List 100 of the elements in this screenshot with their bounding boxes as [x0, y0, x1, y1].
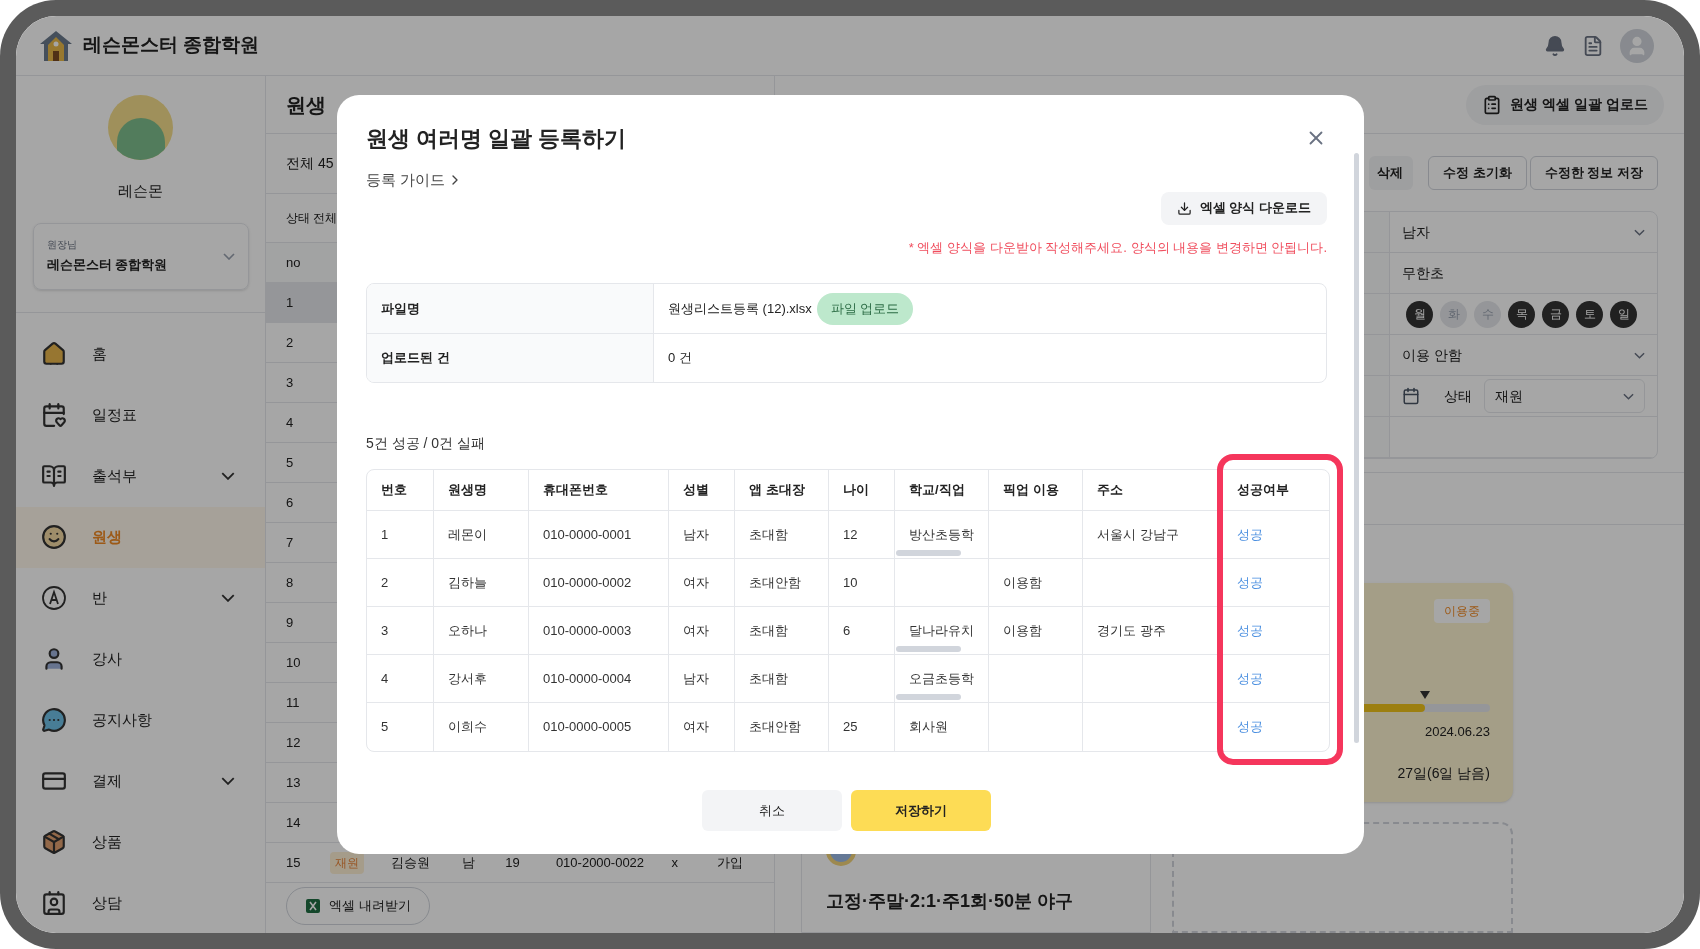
table-cell-text: 김하늘 [448, 573, 487, 592]
nav-item[interactable]: 상품 [16, 811, 265, 873]
table-cell-text: 010-0000-0003 [543, 621, 632, 640]
nav-item[interactable]: 상담 [16, 872, 265, 933]
table-cell-text: 이용함 [1003, 573, 1042, 592]
house-icon [41, 341, 67, 367]
table-cell-text: 1 [285, 293, 295, 312]
table-cell-text: 방산초등학 [909, 525, 974, 544]
calendar-icon[interactable] [1402, 387, 1420, 405]
table-cell-text: 25 [843, 718, 858, 737]
academy-selector[interactable]: 원장님 레슨몬스터 종합학원 [32, 222, 249, 290]
table-cell-text: 9 [285, 613, 295, 632]
status-filter[interactable]: 상태 전체 [286, 209, 338, 227]
end-date: 2024.06.23 [1424, 722, 1490, 741]
weekday-toggle[interactable]: 일 [1610, 300, 1637, 328]
text-field[interactable]: 무한초 [1402, 262, 1444, 284]
table-cell-text: 10 [843, 573, 858, 592]
table-cell-text: 8 [285, 573, 295, 592]
table-cell-text: 010-0000-0001 [543, 525, 632, 544]
column-header: 휴대폰번호 [543, 481, 608, 500]
chevron-down-icon [1634, 228, 1645, 236]
table-cell-text: 초대함 [749, 669, 788, 688]
field-value: 0 건 [668, 349, 692, 368]
column-header: 학교/직업 [909, 481, 965, 500]
table-cell-text: 회사원 [909, 718, 948, 737]
table-cell-text: 1 [381, 525, 389, 544]
select-field[interactable]: 이용 안함 [1402, 344, 1645, 366]
select-field[interactable]: 재원 [1484, 379, 1645, 413]
nav-item[interactable]: 결제 [16, 750, 265, 812]
result-summary: 5건 성공 / 0건 실패 [366, 434, 487, 453]
field-label: 상태 [1444, 386, 1472, 406]
table-cell-text: 010-0000-0004 [543, 669, 632, 688]
nav-item[interactable]: 공지사항 [16, 689, 265, 751]
column-header: 주소 [1097, 481, 1123, 500]
table-cell-text: 이용함 [1003, 621, 1042, 640]
table-cell-text: 초대함 [749, 621, 788, 640]
table-cell-text: 여자 [683, 573, 709, 592]
table-cell-text: 14 [285, 813, 302, 832]
table-cell-text: 3 [381, 621, 389, 640]
academy-name: 레슨몬스터 종합학원 [46, 256, 168, 275]
column-header: 성별 [683, 481, 709, 500]
weekday-toggle[interactable]: 월 [1406, 300, 1433, 328]
table-cell-text: 10 [285, 653, 302, 672]
excel-download-button[interactable]: 엑셀 내려받기 [286, 887, 430, 925]
table-cell-text: 강서후 [448, 669, 487, 688]
spreadsheet-icon [305, 898, 321, 914]
download-icon [1176, 200, 1192, 216]
bell-icon[interactable] [1544, 34, 1566, 57]
table-cell-text: 레몬이 [448, 525, 487, 544]
contact-card-icon [41, 890, 67, 916]
table-cell-text: x [670, 853, 680, 872]
marker-triangle-icon [1420, 690, 1431, 699]
weekday-toggle[interactable]: 금 [1542, 300, 1569, 328]
page-title: 원생 [286, 92, 326, 118]
action-button[interactable]: 수정 초기화 [1428, 156, 1527, 190]
table-cell-text: 6 [285, 493, 295, 512]
table-cell-text: 11 [285, 693, 301, 712]
table-cell-text: 성공 [1237, 525, 1263, 544]
nav-item[interactable]: 강사 [16, 628, 265, 690]
nav-item[interactable]: 홈 [16, 323, 265, 385]
table-cell-text: 서울시 강남구 [1097, 525, 1179, 544]
file-upload-button[interactable]: 파일 업로드 [816, 292, 914, 325]
table-cell-text: 5 [381, 718, 389, 737]
column-header: 번호 [381, 481, 407, 500]
table-cell-text: 010-2000-0022 [554, 853, 646, 872]
nav-item[interactable]: 출석부 [16, 445, 265, 507]
cancel-button[interactable]: 취소 [702, 790, 842, 831]
table-cell-text: 남자 [683, 525, 709, 544]
table-cell-text: 7 [285, 533, 295, 552]
table-cell-text: 19 [504, 853, 521, 872]
table-cell-text: 13 [285, 773, 302, 792]
nav-item[interactable]: 일정표 [16, 384, 265, 446]
table-cell-text: 12 [843, 525, 858, 544]
weekday-toggle[interactable]: 토 [1576, 300, 1603, 328]
table-cell-text: 5 [285, 453, 295, 472]
column-header: 픽업 이용 [1003, 481, 1059, 500]
action-button[interactable]: 삭제 [1369, 156, 1414, 190]
template-download-button[interactable]: 엑셀 양식 다운로드 [1160, 191, 1327, 225]
scrollbar[interactable] [1354, 153, 1359, 743]
table-cell-text: 성공 [1237, 621, 1263, 640]
table-cell-text: 초대안함 [749, 718, 801, 737]
column-header: 성공여부 [1237, 481, 1289, 500]
table-cell-text: 초대함 [749, 525, 788, 544]
table-cell-text: 010-0000-0005 [543, 718, 632, 737]
action-button[interactable]: 수정한 정보 저장 [1529, 156, 1658, 190]
save-button[interactable]: 저장하기 [851, 790, 991, 831]
weekday-toggle[interactable]: 목 [1508, 300, 1535, 328]
clipboard-icon [1482, 94, 1503, 115]
excel-upload-button[interactable]: 원생 엑셀 일괄 업로드 [1466, 84, 1664, 125]
pen-nib-circle-icon [41, 585, 67, 611]
table-cell-text: 달나라유치 [909, 621, 974, 640]
select-field[interactable]: 남자 [1402, 221, 1645, 243]
table-cell-text: 3 [285, 373, 295, 392]
guide-link[interactable]: 등록 가이드 [366, 169, 464, 192]
status-badge: 이용중 [1434, 599, 1490, 623]
document-icon[interactable] [1582, 34, 1604, 57]
table-cell-text: 여자 [683, 621, 709, 640]
table-cell-text: 경기도 광주 [1097, 621, 1166, 640]
field-value: 원생리스트등록 (12).xlsx [668, 299, 812, 318]
table-cell-text: 2 [381, 573, 389, 592]
